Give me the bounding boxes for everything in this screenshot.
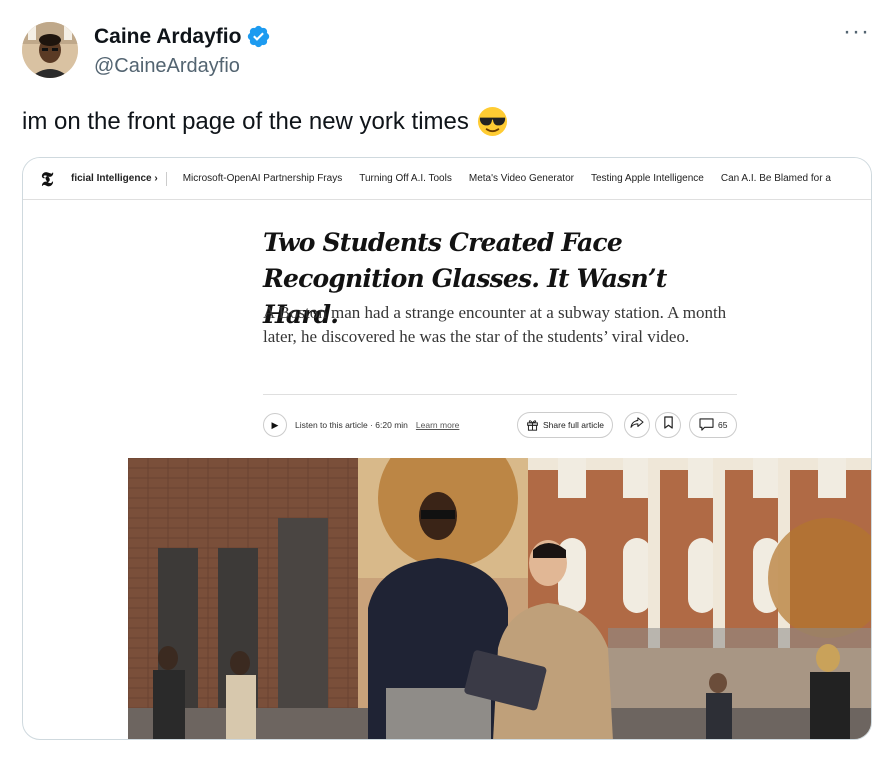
nyt-logo-icon: 𝕿 <box>40 166 54 191</box>
gift-icon <box>526 418 539 433</box>
author-display-name[interactable]: Caine Ardayfio <box>94 25 241 49</box>
listen-to-article: ▶ Listen to this article · 6:20 min Lear… <box>263 412 459 438</box>
share-button[interactable] <box>624 412 650 438</box>
play-button[interactable]: ▶ <box>263 413 287 437</box>
article-divider <box>263 394 737 395</box>
nav-item-ai-blamed[interactable]: Can A.I. Be Blamed for a <box>721 173 831 184</box>
sunglasses-emoji-icon <box>477 106 508 137</box>
nav-divider <box>165 171 167 186</box>
tweet-media-card[interactable]: 𝕿 ficial Intelligence › Microsoft-OpenAI… <box>22 157 872 740</box>
nav-item-artificial-intelligence[interactable]: ficial Intelligence › <box>71 173 158 184</box>
tweet-text: im on the front page of the new york tim… <box>22 106 508 137</box>
article-lead-photo <box>128 458 871 739</box>
more-horizontal-icon: ··· <box>843 18 870 45</box>
comment-icon <box>699 417 714 433</box>
author-handle[interactable]: @CaineArdayfio <box>94 55 240 78</box>
author-name-row: Caine Ardayfio <box>94 24 271 49</box>
avatar-image <box>22 22 78 78</box>
share-full-article-button[interactable]: Share full article <box>517 412 613 438</box>
nav-item-apple-intelligence[interactable]: Testing Apple Intelligence <box>591 173 704 184</box>
comments-button[interactable]: 65 <box>689 412 738 438</box>
bookmark-icon <box>663 416 674 434</box>
tweet-text-content: im on the front page of the new york tim… <box>22 107 469 135</box>
share-full-label: Share full article <box>543 420 604 430</box>
nyt-topic-nav: 𝕿 ficial Intelligence › Microsoft-OpenAI… <box>23 158 871 200</box>
listen-label: Listen to this article · 6:20 min <box>295 420 408 430</box>
article-summary: A Boston man had a strange encounter at … <box>263 303 727 346</box>
author-avatar[interactable] <box>22 22 78 78</box>
share-arrow-icon <box>630 416 644 434</box>
more-options-button[interactable]: ··· <box>843 20 870 44</box>
nav-item-microsoft-openai[interactable]: Microsoft-OpenAI Partnership Frays <box>183 173 343 184</box>
learn-more-link[interactable]: Learn more <box>416 420 459 430</box>
nav-item-meta-video[interactable]: Meta's Video Generator <box>469 173 574 184</box>
save-bookmark-button[interactable] <box>655 412 681 438</box>
verified-badge-icon[interactable] <box>246 24 271 49</box>
comments-count: 65 <box>718 420 728 430</box>
play-icon: ▶ <box>271 419 279 430</box>
nav-item-turning-off-ai[interactable]: Turning Off A.I. Tools <box>359 173 452 184</box>
